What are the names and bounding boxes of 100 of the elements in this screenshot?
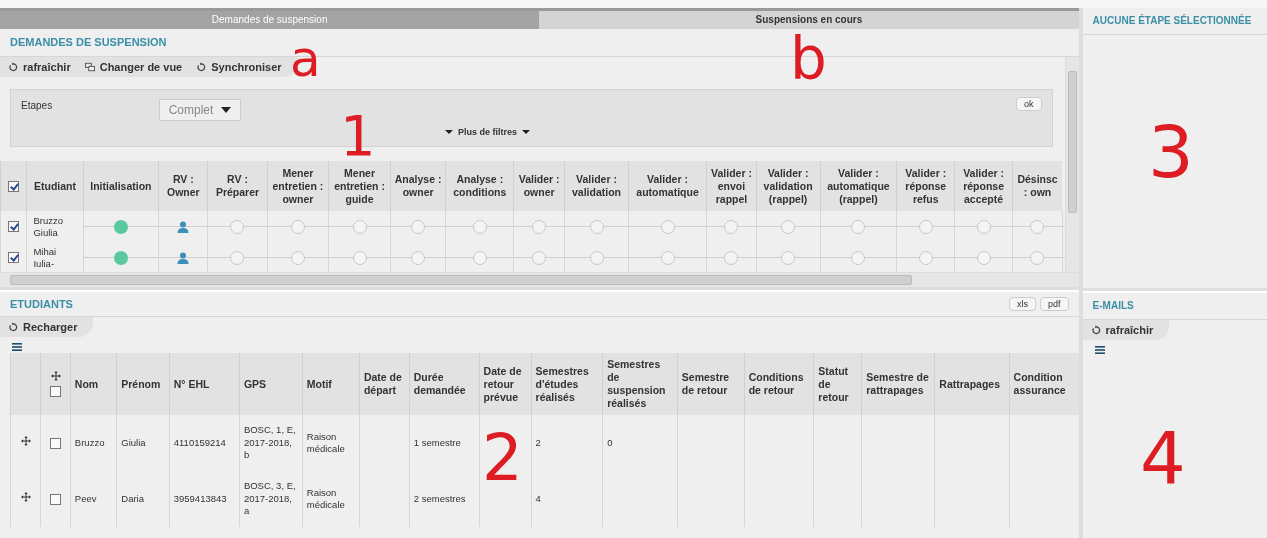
vertical-scrollbar[interactable] bbox=[1064, 57, 1079, 272]
pending-step-circle[interactable] bbox=[411, 250, 426, 265]
pending-step-circle[interactable] bbox=[918, 250, 933, 265]
pending-step-circle[interactable] bbox=[589, 250, 604, 265]
column-header: Valider : réponse accepté bbox=[954, 161, 1013, 211]
row-checkbox[interactable] bbox=[8, 221, 20, 233]
menu-icon[interactable] bbox=[1094, 346, 1105, 354]
table-cell: 1 semestre bbox=[413, 436, 461, 448]
refresh-icon bbox=[8, 62, 18, 72]
column-header: Mener entretien : owner bbox=[267, 161, 329, 211]
column-header: GPS bbox=[239, 353, 303, 415]
table-cell: Bruzzo bbox=[74, 436, 105, 448]
pending-step-circle[interactable] bbox=[724, 250, 739, 265]
table-cell: BOSC, 3, E, 2017-2018, a bbox=[243, 480, 296, 517]
pending-step-circle[interactable] bbox=[918, 219, 933, 234]
column-header: RV : Owner bbox=[158, 161, 208, 211]
refresh-button[interactable]: rafraîchir bbox=[4, 59, 75, 75]
row-checkbox[interactable] bbox=[8, 252, 20, 264]
refresh-icon bbox=[8, 322, 18, 332]
table-cell: Raison médicale bbox=[306, 430, 345, 454]
row-checkbox[interactable] bbox=[50, 437, 62, 449]
pending-step-circle[interactable] bbox=[472, 250, 487, 265]
annotation-label: 1 bbox=[340, 108, 376, 164]
pending-step-circle[interactable] bbox=[230, 250, 245, 265]
column-header: Date de départ bbox=[359, 353, 410, 415]
pending-step-circle[interactable] bbox=[660, 250, 675, 265]
pending-step-circle[interactable] bbox=[851, 219, 866, 234]
pending-step-circle[interactable] bbox=[532, 250, 547, 265]
ok-button[interactable]: ok bbox=[1016, 97, 1042, 111]
person-icon[interactable] bbox=[177, 251, 190, 264]
column-header: Valider : validation (rappel) bbox=[756, 161, 820, 211]
reload-button[interactable]: Recharger bbox=[4, 319, 82, 335]
column-header: Nom bbox=[70, 353, 117, 415]
pending-step-circle[interactable] bbox=[660, 219, 675, 234]
column-header: Durée demandée bbox=[409, 353, 480, 415]
table-cell: Daria bbox=[121, 492, 144, 504]
column-header: Prénom bbox=[116, 353, 170, 415]
column-header: Semestres d'études réalisés bbox=[531, 353, 603, 415]
pending-step-circle[interactable] bbox=[781, 219, 796, 234]
column-header: Valider : owner bbox=[513, 161, 565, 211]
export-button[interactable]: pdf bbox=[1040, 297, 1069, 311]
refresh-button[interactable]: rafraîchir bbox=[1086, 322, 1158, 338]
export-button[interactable]: xls bbox=[1009, 297, 1037, 311]
column-header: Motif bbox=[302, 353, 360, 415]
completed-step-dot[interactable] bbox=[113, 219, 128, 234]
pending-step-circle[interactable] bbox=[1030, 219, 1045, 234]
pending-step-circle[interactable] bbox=[976, 219, 991, 234]
select-all-checkbox[interactable] bbox=[50, 385, 62, 397]
column-header: Valider : validation bbox=[564, 161, 629, 211]
move-icon[interactable] bbox=[20, 492, 31, 503]
table-cell: BOSC, 1, E, 2017-2018, b bbox=[243, 424, 296, 461]
table-cell: 2 semestres bbox=[413, 492, 466, 504]
table-cell: 4110159214 bbox=[173, 436, 226, 448]
filter-label: Etapes bbox=[21, 100, 53, 111]
table-cell: 2 bbox=[535, 436, 541, 448]
more-filters-button[interactable]: Plus de filtres bbox=[439, 126, 537, 138]
pending-step-circle[interactable] bbox=[352, 250, 367, 265]
pending-step-circle[interactable] bbox=[976, 250, 991, 265]
table-cell: Peev bbox=[74, 492, 97, 504]
pending-step-circle[interactable] bbox=[352, 219, 367, 234]
column-header: Statut de retour bbox=[813, 353, 862, 415]
annotation-label: 3 bbox=[1148, 116, 1194, 188]
panel-title: AUCUNE ÉTAPE SÉLECTIONNÉE bbox=[1082, 8, 1267, 35]
annotation-label: b bbox=[790, 30, 827, 88]
column-header: Conditions de retour bbox=[744, 353, 814, 415]
pending-step-circle[interactable] bbox=[1030, 250, 1045, 265]
pending-step-circle[interactable] bbox=[230, 219, 245, 234]
column-header: Etudiant bbox=[26, 161, 83, 211]
annotation-label: a bbox=[290, 34, 321, 84]
pending-step-circle[interactable] bbox=[472, 219, 487, 234]
table-cell: 0 bbox=[607, 436, 613, 448]
windows-icon bbox=[84, 62, 95, 72]
pending-step-circle[interactable] bbox=[532, 219, 547, 234]
row-checkbox[interactable] bbox=[50, 493, 62, 505]
column-header: Désinsc : own bbox=[1012, 161, 1063, 211]
pending-step-circle[interactable] bbox=[724, 219, 739, 234]
pending-step-circle[interactable] bbox=[290, 219, 305, 234]
pending-step-circle[interactable] bbox=[781, 250, 796, 265]
horizontal-scrollbar[interactable] bbox=[0, 272, 1079, 287]
column-header: Initialisation bbox=[83, 161, 159, 211]
pending-step-circle[interactable] bbox=[851, 250, 866, 265]
caret-icon bbox=[221, 107, 232, 113]
table-cell: 3959413843 bbox=[173, 492, 227, 504]
column-header: Valider : automatique (rappel) bbox=[820, 161, 897, 211]
completed-step-dot[interactable] bbox=[113, 250, 128, 265]
person-icon[interactable] bbox=[177, 220, 190, 233]
tab[interactable]: Suspensions en cours bbox=[539, 11, 1079, 29]
column-header: Valider : réponse refus bbox=[896, 161, 955, 211]
pending-step-circle[interactable] bbox=[589, 219, 604, 234]
move-icon[interactable] bbox=[20, 436, 31, 447]
change-view-button[interactable]: Changer de vue bbox=[80, 59, 187, 75]
pending-step-circle[interactable] bbox=[290, 250, 305, 265]
pending-step-circle[interactable] bbox=[411, 219, 426, 234]
refresh-button[interactable]: Synchroniser bbox=[192, 59, 286, 75]
column-header: Condition assurance bbox=[1009, 353, 1079, 415]
column-header: Analyse : conditions bbox=[445, 161, 514, 211]
table-cell: 4 bbox=[535, 492, 541, 504]
move-icon[interactable] bbox=[50, 371, 61, 381]
menu-icon[interactable] bbox=[12, 343, 22, 351]
select-all-checkbox[interactable] bbox=[8, 181, 20, 193]
